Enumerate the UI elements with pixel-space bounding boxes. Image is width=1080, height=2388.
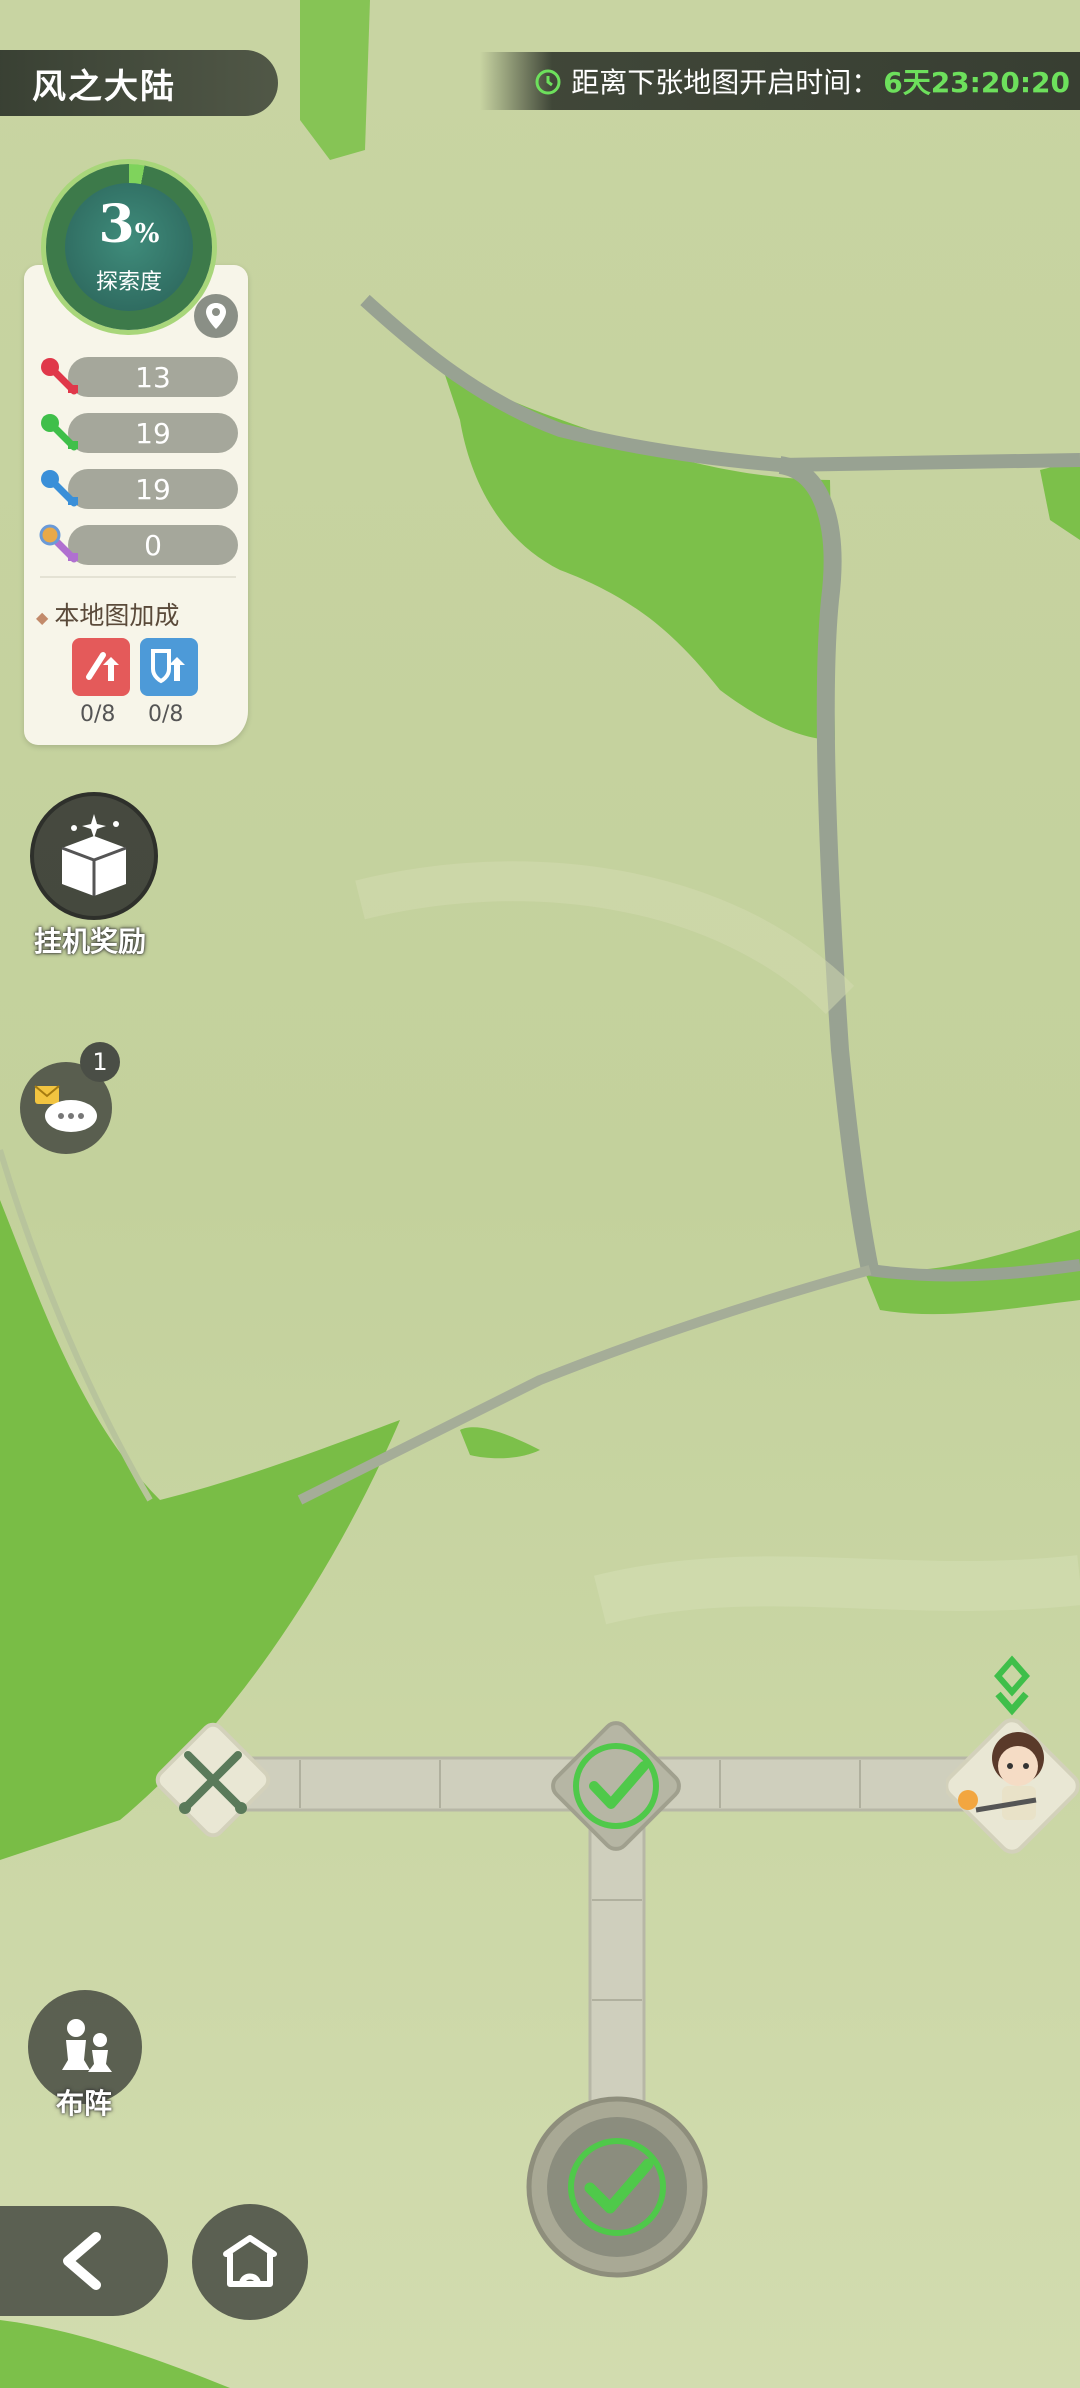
green-key-icon [41,414,78,451]
idle-reward-label: 挂机奖励 [34,925,147,958]
map-bonus-title: ◆ 本地图加成 [36,596,179,632]
key-row-blue: 19 [38,467,240,511]
arrow-up-icon [151,649,185,684]
key-row-red: 13 [38,355,240,399]
back-button[interactable] [0,2206,168,2316]
locate-button[interactable] [194,294,238,338]
stage-node-battle[interactable] [143,1710,283,1850]
attack-bonus-count: 0/8 [80,702,116,727]
key-row-rainbow: 0 [38,523,240,567]
next-map-timer: 距离下张地图开启时间： 6天23:20:20 [480,52,1080,110]
message-badge: 1 [80,1042,120,1082]
key-row-green: 19 [38,411,240,455]
key-count-rainbow: 0 [68,525,238,565]
timer-label: 距离下张地图开启时间： [571,66,880,99]
diamond-bullet-icon: ◆ [36,607,49,627]
hero-avatar-icon [944,1655,1080,1854]
exploration-label: 探索度 [95,269,162,295]
red-key-icon [41,358,78,395]
key-count-green: 19 [68,413,238,453]
formation-label: 布阵 [56,2087,113,2120]
stage-node-cleared-bottom[interactable] [524,2094,710,2280]
checkmark-icon [526,2096,708,2278]
home-icon [223,2235,277,2287]
timer-value: 6天23:20:20 [883,66,1070,99]
arrow-left-icon [63,2232,101,2290]
exploration-percent: 3% [98,193,160,255]
defense-bonus-icon[interactable] [140,638,198,696]
blue-key-icon [41,470,78,507]
map-pin-icon [206,303,226,329]
chat-bubble-icon [34,1085,97,1132]
defense-bonus-count: 0/8 [148,702,184,727]
key-count-red: 13 [68,357,238,397]
current-stage-node[interactable] [944,1650,1080,1870]
map-bonus-title-text: 本地图加成 [54,601,180,630]
panel-divider [40,576,236,578]
gift-box-icon [61,814,127,896]
home-button[interactable] [192,2204,308,2320]
crossed-swords-icon [155,1722,271,1838]
arrow-up-icon [86,652,119,681]
idle-reward-button[interactable] [30,792,158,920]
attack-bonus-icon[interactable] [72,638,130,696]
stage-node-cleared-center[interactable] [536,1706,696,1866]
rainbow-key-icon [39,524,78,563]
clock-icon [535,69,561,95]
exploration-progress-ring: 3% 探索度 [46,164,212,330]
region-title: 风之大陆 [32,66,176,107]
key-count-blue: 19 [68,469,238,509]
region-title-bar: 风之大陆 [0,50,278,116]
chess-pieces-icon [62,2019,112,2072]
checkmark-icon [551,1721,681,1851]
